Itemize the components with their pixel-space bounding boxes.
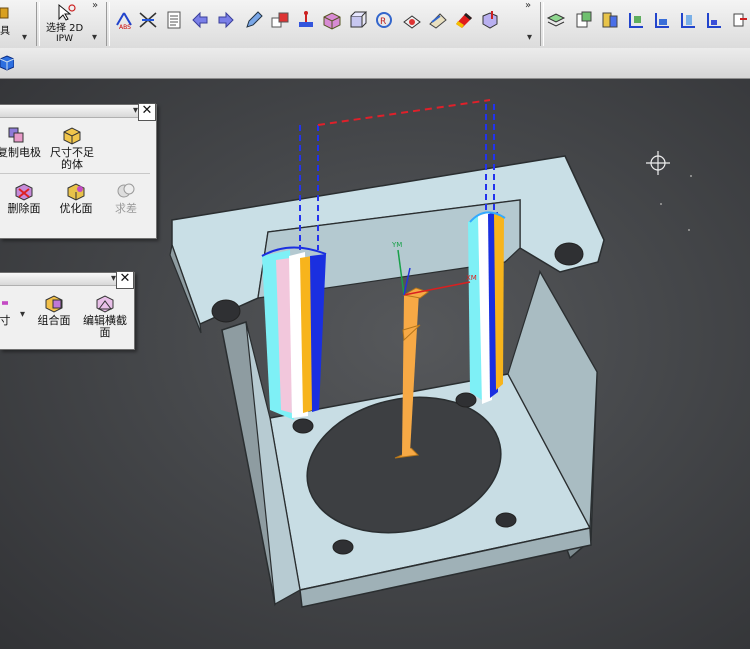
panel-divider [0, 173, 150, 174]
list-icon[interactable] [164, 10, 184, 30]
copy-electrode-button[interactable]: 复制电极 [0, 125, 42, 159]
combine-face-label: 组合面 [37, 314, 71, 327]
copy-icon[interactable] [270, 10, 290, 30]
copy-electrode-icon [8, 127, 24, 143]
dashed-path-line [317, 99, 491, 126]
align3-icon[interactable] [678, 10, 698, 30]
chevron-down-icon[interactable]: ▾ [22, 32, 27, 43]
rotate-icon[interactable]: R [374, 10, 394, 30]
stack-icon[interactable] [600, 10, 620, 30]
combine-face-icon [45, 295, 63, 313]
size-button[interactable]: 寸 [0, 293, 14, 327]
chevron-down-icon[interactable]: ▾ [20, 309, 25, 320]
delete-face-icon [15, 183, 33, 201]
face-tools-panel: ▾ ✕ 寸 ▾ 组合面 编辑横截 面 [0, 271, 135, 350]
abs-icon[interactable]: ABS [114, 10, 134, 30]
cube-icon[interactable] [348, 10, 368, 30]
surface-icon[interactable] [402, 10, 422, 30]
copy-electrode-label: 复制电极 [0, 146, 41, 159]
grid-dot [660, 203, 662, 205]
close-button[interactable]: ✕ [116, 271, 134, 289]
trim-icon[interactable] [138, 10, 158, 30]
part-hole [455, 392, 477, 408]
grid-dot [690, 175, 692, 177]
delete-face-button[interactable]: 删除面 [4, 181, 44, 215]
grid-dot [688, 229, 690, 231]
box-icon[interactable] [322, 10, 342, 30]
align4-icon[interactable] [704, 10, 724, 30]
copy2-icon[interactable] [574, 10, 594, 30]
optimize-face-icon [67, 183, 85, 201]
electrode-left [261, 125, 327, 420]
main-toolbar: 具 ▾ 选择 2D IPW ▾ » ABS R » ▾ [0, 0, 750, 49]
secondary-toolbar [0, 48, 750, 79]
left-tool-label: 具 [0, 26, 10, 37]
measure-icon[interactable] [296, 10, 316, 30]
undersize-body-label-2: 的体 [61, 158, 83, 171]
toolbar-separator [106, 2, 110, 46]
crosshair-icon [646, 151, 670, 175]
subtract-button[interactable]: 求差 [110, 181, 142, 215]
combine-face-button[interactable]: 组合面 [34, 293, 74, 327]
subtract-icon [117, 183, 135, 198]
part-hole [332, 539, 354, 555]
align-icon[interactable] [626, 10, 646, 30]
part-hole [211, 299, 241, 323]
chevron-down-icon[interactable]: ▾ [527, 32, 532, 43]
undersize-body-button[interactable]: 尺寸不足 的体 [46, 125, 98, 171]
svg-text:ABS: ABS [119, 24, 131, 30]
part-hole [292, 418, 314, 434]
select-cursor-icon [58, 3, 76, 21]
part-hole [554, 242, 584, 266]
panel-title-bar[interactable]: ▾ ✕ [0, 271, 134, 289]
filter-icon[interactable] [480, 10, 500, 30]
align5-icon[interactable] [730, 10, 750, 30]
shade-icon[interactable] [454, 10, 474, 30]
chevron-down-icon[interactable]: ▾ [92, 32, 97, 43]
overflow-icon[interactable]: » [92, 0, 98, 11]
optimize-face-button[interactable]: 优化面 [56, 181, 96, 215]
size-label: 寸 [0, 314, 11, 327]
toolbar-separator [36, 2, 40, 46]
select-label-line2: IPW [56, 34, 73, 44]
electrode-tools-panel: ▾ ✕ 复制电极 尺寸不足 的体 删除面 优化面 求差 [0, 103, 157, 239]
optimize-face-label: 优化面 [59, 202, 93, 215]
svg-text:R: R [380, 17, 386, 27]
arrow-right-icon[interactable] [216, 10, 236, 30]
paint-icon[interactable] [428, 10, 448, 30]
part-hole [495, 512, 517, 528]
toolbar-separator [540, 2, 544, 46]
electrode-right [468, 104, 506, 404]
cube-view-icon[interactable] [0, 54, 14, 72]
undersize-body-icon [63, 127, 81, 145]
left-tool-button[interactable]: 具 ▾ [0, 0, 30, 48]
layers-icon[interactable] [546, 10, 566, 30]
delete-face-label: 删除面 [7, 202, 41, 215]
edit-section-button[interactable]: 编辑横截 面 [80, 293, 130, 339]
edit-icon[interactable] [244, 10, 264, 30]
edit-section-label-2: 面 [99, 326, 111, 339]
edit-section-icon [96, 295, 114, 313]
overflow-icon[interactable]: » [525, 0, 531, 11]
align2-icon[interactable] [652, 10, 672, 30]
tool-icon [0, 7, 9, 19]
subtract-label: 求差 [115, 202, 137, 215]
arrow-left-icon[interactable] [190, 10, 210, 30]
svg-text:YM: YM [391, 241, 402, 249]
panel-title-bar[interactable]: ▾ ✕ [0, 103, 156, 121]
size-icon [2, 301, 8, 305]
svg-text:XM: XM [466, 274, 477, 282]
close-button[interactable]: ✕ [138, 103, 156, 121]
select-label-line1: 选择 2D [46, 23, 84, 34]
